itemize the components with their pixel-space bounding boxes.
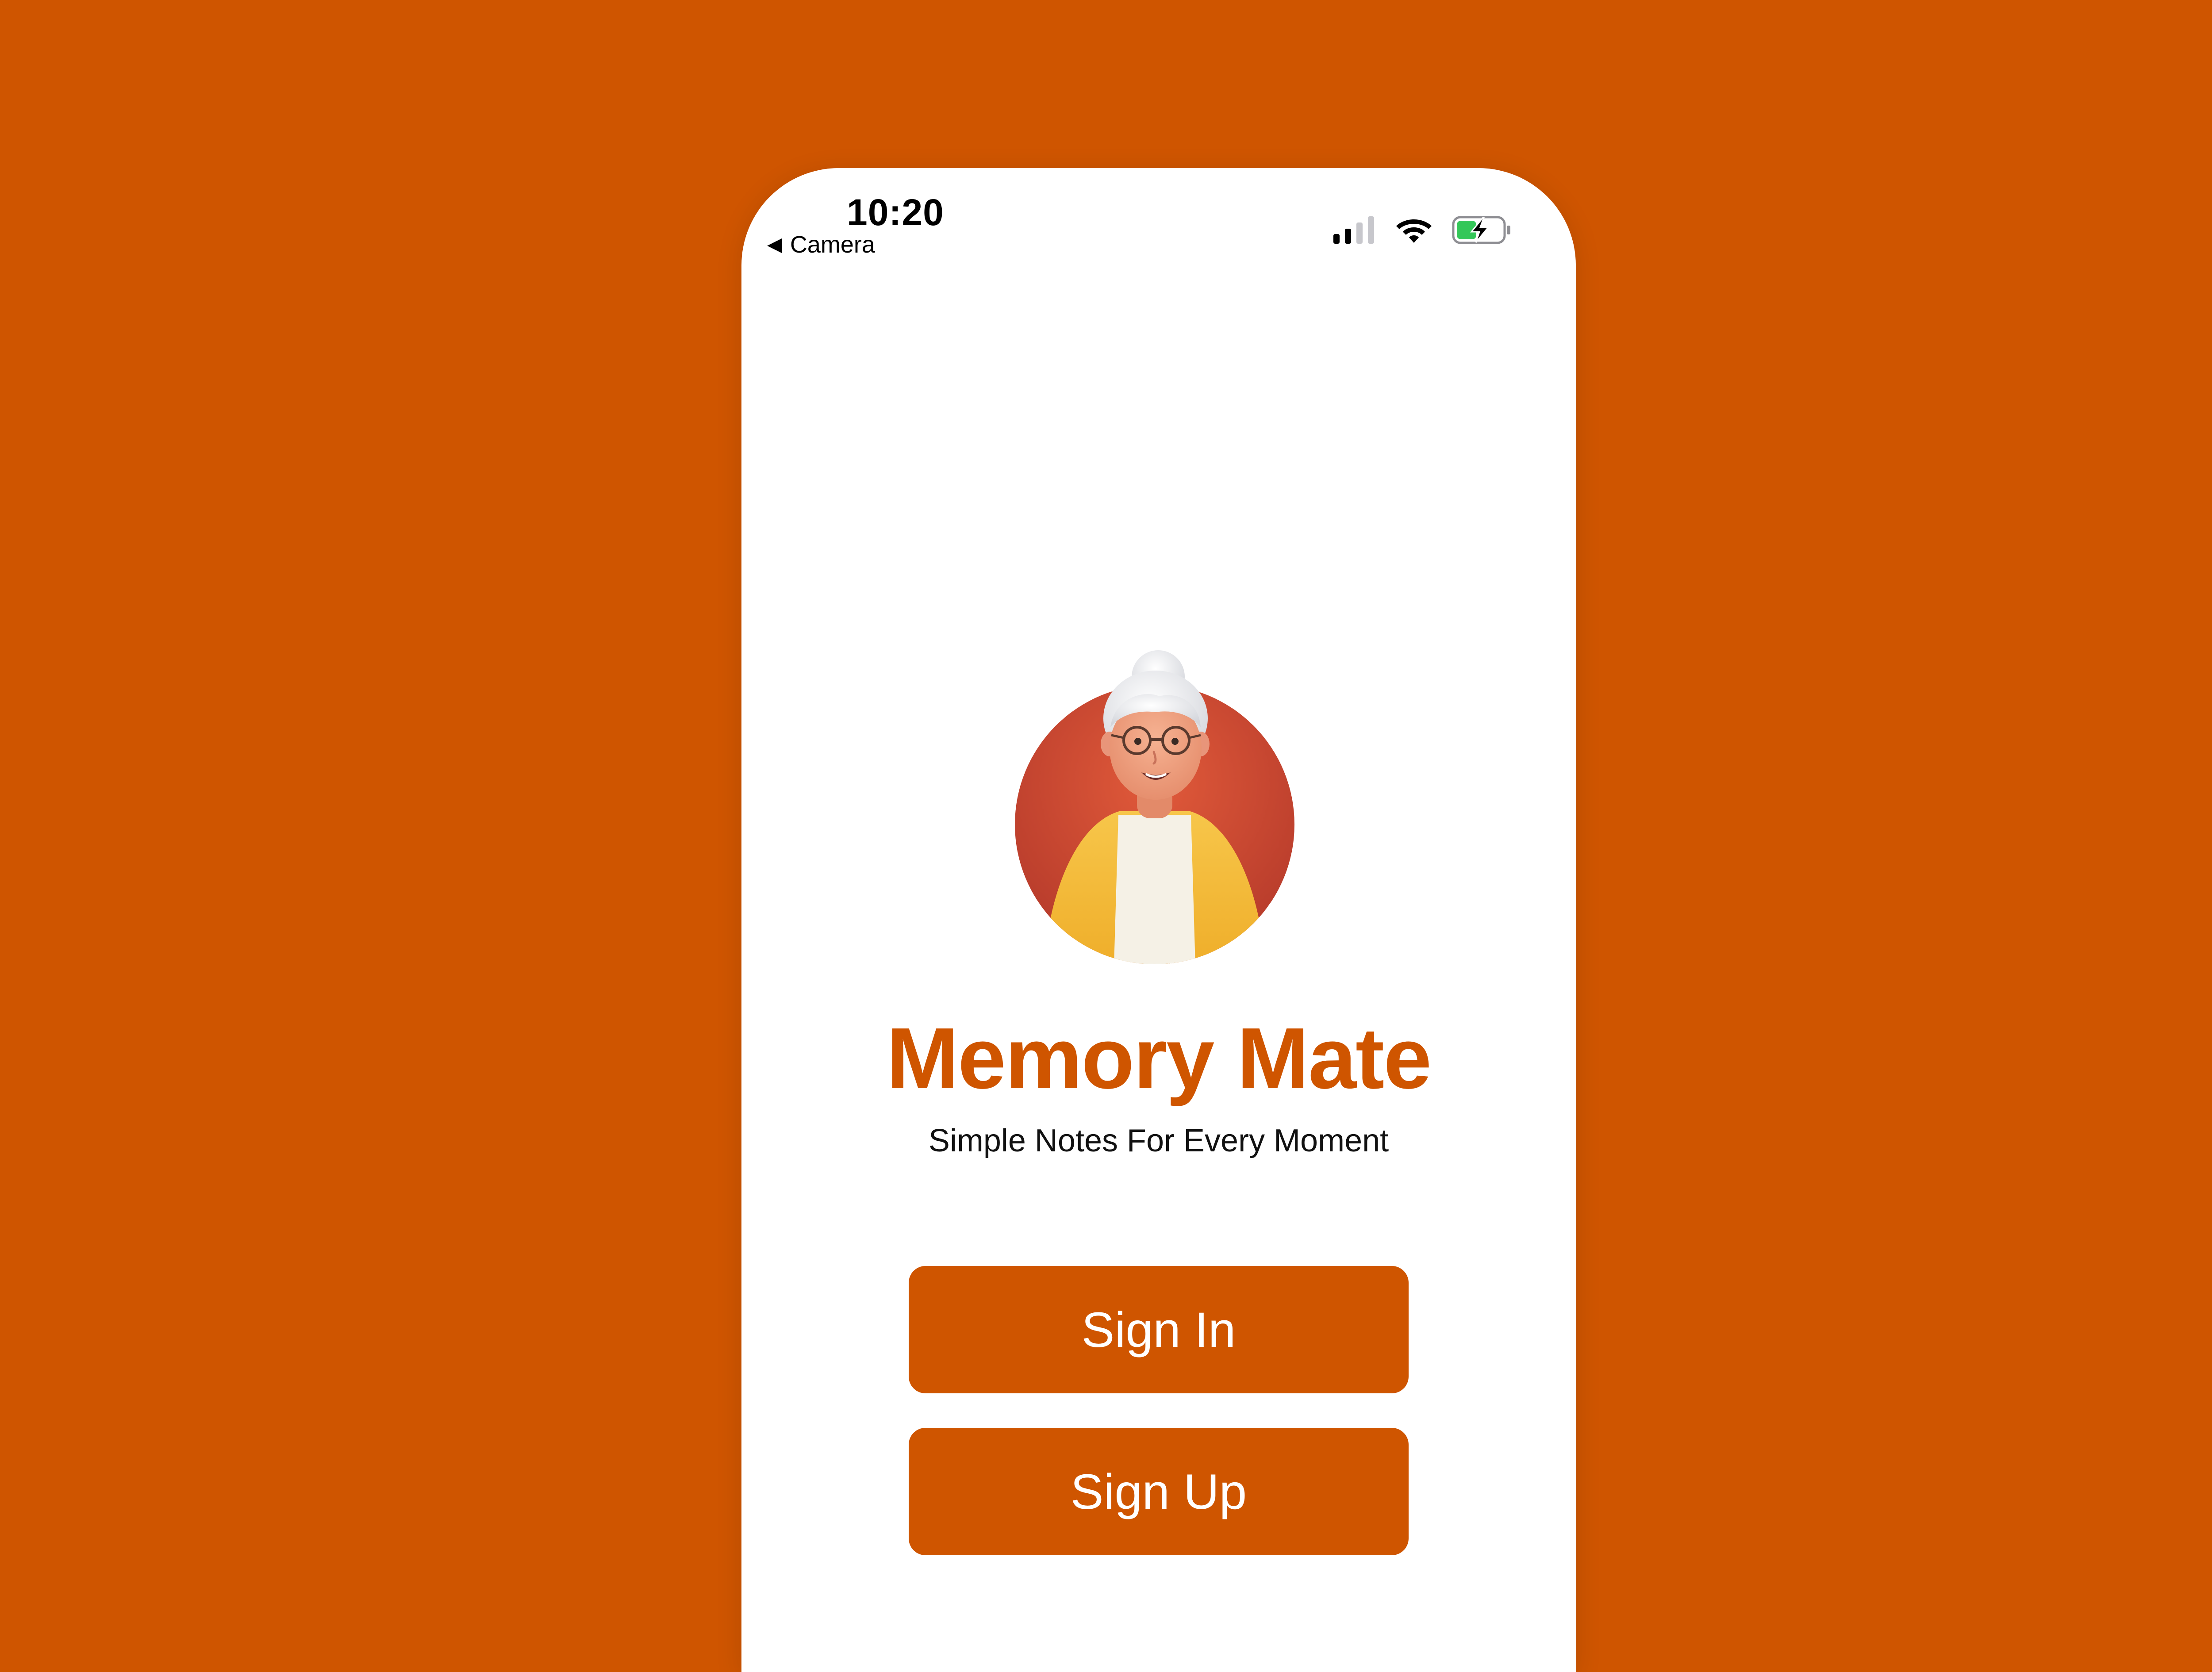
signal-icon (1333, 216, 1374, 244)
back-label: Camera (790, 231, 875, 258)
status-icons (1333, 216, 1511, 244)
app-title: Memory Mate (886, 1010, 1432, 1107)
elderly-woman-avatar (1015, 650, 1294, 964)
status-time: 10:20 (847, 192, 944, 233)
phone-screen: 10:20 ◀ Camera Memory Mate Simple Notes … (741, 168, 1576, 1672)
wifi-icon (1396, 219, 1432, 243)
sign-up-button[interactable]: Sign Up (909, 1428, 1409, 1555)
back-to-camera-link[interactable]: ◀ Camera (767, 231, 875, 258)
sign-in-button[interactable]: Sign In (909, 1266, 1409, 1393)
back-triangle-icon: ◀ (767, 234, 782, 255)
app-tagline: Simple Notes For Every Moment (928, 1123, 1389, 1158)
battery-charging-icon (1452, 216, 1510, 244)
